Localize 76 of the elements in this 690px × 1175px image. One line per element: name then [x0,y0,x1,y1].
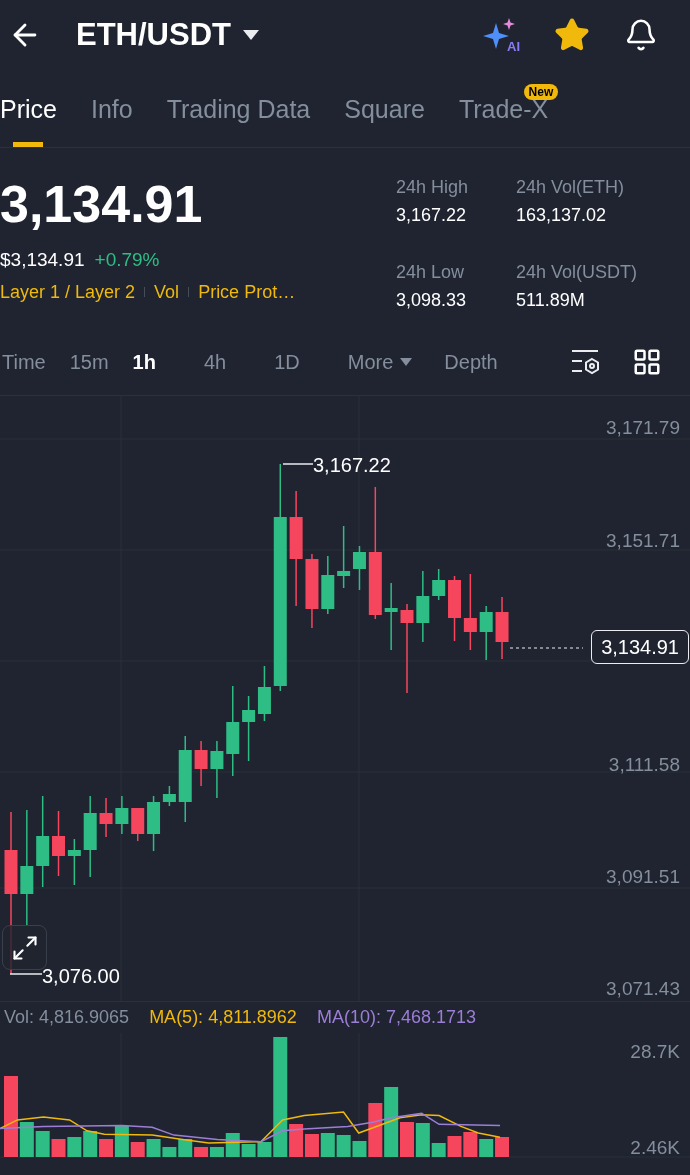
stat-value: 3,098.33 [396,289,468,312]
leader-line [10,973,42,977]
current-price-label: 3,134.91 [591,630,689,664]
volume-bar [495,1137,510,1157]
interval-tab[interactable]: 1h [132,346,156,377]
interval-tab[interactable]: Depth [444,346,498,377]
volume-bar [67,1137,82,1157]
low-price-label: 3,076.00 [42,964,120,988]
price-change: +0.79% [94,248,160,272]
price-axis-label: 3,111.58 [608,753,680,777]
stat-value: 3,167.22 [396,204,468,227]
ai-label: AI [507,40,520,53]
tag-link[interactable]: Layer 1 / Layer 2 [0,278,136,306]
candle [432,568,446,601]
volume-axis-label: 2.46K [630,1136,680,1160]
candle [479,605,493,661]
candle [242,695,256,762]
interval-tab[interactable]: 15m [69,346,109,377]
stat-value: 511.89M [516,289,586,312]
leader-line [283,463,313,467]
candle [384,582,398,651]
tab[interactable]: Price [0,92,57,148]
tab[interactable]: Trading Data [166,92,311,148]
interval-tab[interactable]: Time [2,346,46,377]
interval-tab[interactable]: 1D [274,346,300,377]
pair-selector[interactable]: ETH/USDT [76,11,259,59]
candle [194,740,208,787]
stat-label: 24h Vol(USDT) [516,261,639,284]
volume-value: Vol: 4,816.9065 [4,1006,130,1029]
list-hexagon-icon [570,347,602,376]
high-price-label: 3,167.22 [313,453,391,477]
volume-bar [463,1132,478,1157]
candle [67,838,81,886]
price-axis-label: 3,171.79 [606,416,680,440]
new-badge: New [523,84,559,100]
bell-icon [624,18,658,52]
volume-axis-label: 28.7K [630,1040,680,1064]
tag-link[interactable]: Price Prot… [198,278,296,306]
stat-value: 163,137.02 [516,204,608,227]
interval-tab[interactable]: 4h [203,346,227,377]
price-axis-label: 3,091.51 [606,865,680,889]
ma5-value: MA(5): 4,811.8962 [149,1006,297,1029]
tab-indicator [13,142,44,147]
tab[interactable]: Square [344,92,425,148]
ma10-value: MA(10): 7,468.1713 [316,1006,476,1029]
tab[interactable]: Info [90,92,133,148]
notification-button[interactable] [624,18,658,52]
volume-bar [479,1139,494,1157]
tag-link[interactable]: Vol [154,278,180,306]
candle [52,810,65,877]
candle [337,525,351,589]
expand-icon [10,933,39,962]
stat-label: 24h High [396,176,470,199]
usd-price: $3,134.91 [0,248,85,272]
volume-bar [336,1135,351,1157]
stat-label: 24h Vol(ETH) [516,176,626,199]
candle [495,596,509,660]
price-axis-label: 3,151.71 [606,529,680,553]
candle [131,808,145,842]
interval-tab[interactable]: More [347,346,413,377]
caret-icon [243,30,259,40]
candle [353,545,366,591]
stat-label: 24h Low [396,261,466,284]
ai-button[interactable]: AI [482,17,522,53]
candle [321,555,335,615]
chart-settings-button[interactable] [570,347,602,376]
candle [99,797,113,838]
fullscreen-button[interactable] [2,925,47,970]
candle [448,575,461,642]
last-price: 3,134.91 [0,174,204,235]
candle [210,740,224,799]
candle [115,795,129,835]
volume-bar [320,1133,335,1157]
candle [257,665,271,722]
favorite-button[interactable] [554,17,590,53]
price-axis-label: 3,071.43 [606,977,680,1001]
